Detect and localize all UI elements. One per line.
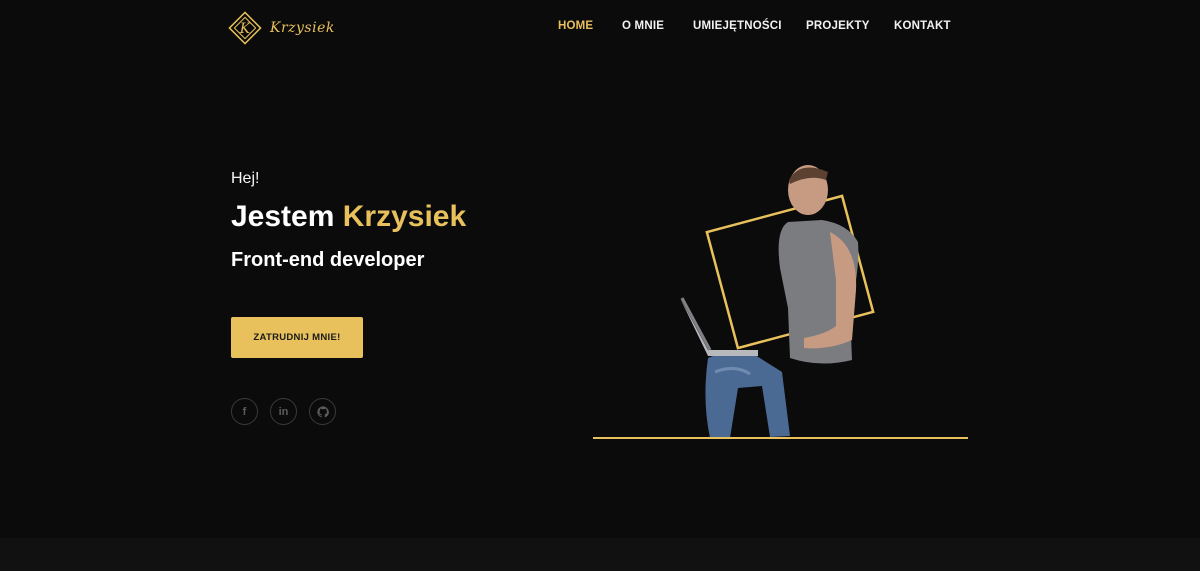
nav-item-projekty[interactable]: PROJEKTY — [806, 20, 870, 32]
figure-legs — [705, 352, 790, 438]
hire-me-button[interactable]: ZATRUDNIJ MNIE! — [231, 317, 363, 358]
nav-item-home[interactable]: HOME — [558, 20, 593, 32]
github-icon — [316, 405, 329, 417]
github-link[interactable] — [309, 398, 336, 425]
page: K Krzysiek HOME O MNIE UMIEJĘTNOŚCI PROJ… — [0, 0, 1200, 571]
nav-item-o-mnie[interactable]: O MNIE — [622, 20, 664, 32]
headline-name: Krzysiek — [342, 200, 467, 233]
developer-photo — [593, 165, 968, 439]
hero-subtitle: Front-end developer — [231, 249, 425, 271]
hero-greeting: Hej! — [231, 170, 260, 187]
linkedin-icon: in — [278, 405, 289, 418]
next-section-edge — [0, 538, 1200, 571]
facebook-icon: f — [242, 405, 247, 418]
nav-item-kontakt[interactable]: KONTAKT — [894, 20, 951, 32]
headline-prefix: Jestem — [231, 200, 335, 233]
site-header: K Krzysiek HOME O MNIE UMIEJĘTNOŚCI PROJ… — [0, 0, 1200, 56]
laptop-icon — [680, 298, 758, 356]
main-nav: HOME O MNIE UMIEJĘTNOŚCI PROJEKTY KONTAK… — [0, 20, 1200, 38]
social-links: f in — [231, 398, 336, 425]
hero-headline: Jestem Krzysiek — [231, 200, 466, 234]
linkedin-link[interactable]: in — [270, 398, 297, 425]
facebook-link[interactable]: f — [231, 398, 258, 425]
nav-item-umiejetnosci[interactable]: UMIEJĘTNOŚCI — [693, 20, 782, 32]
